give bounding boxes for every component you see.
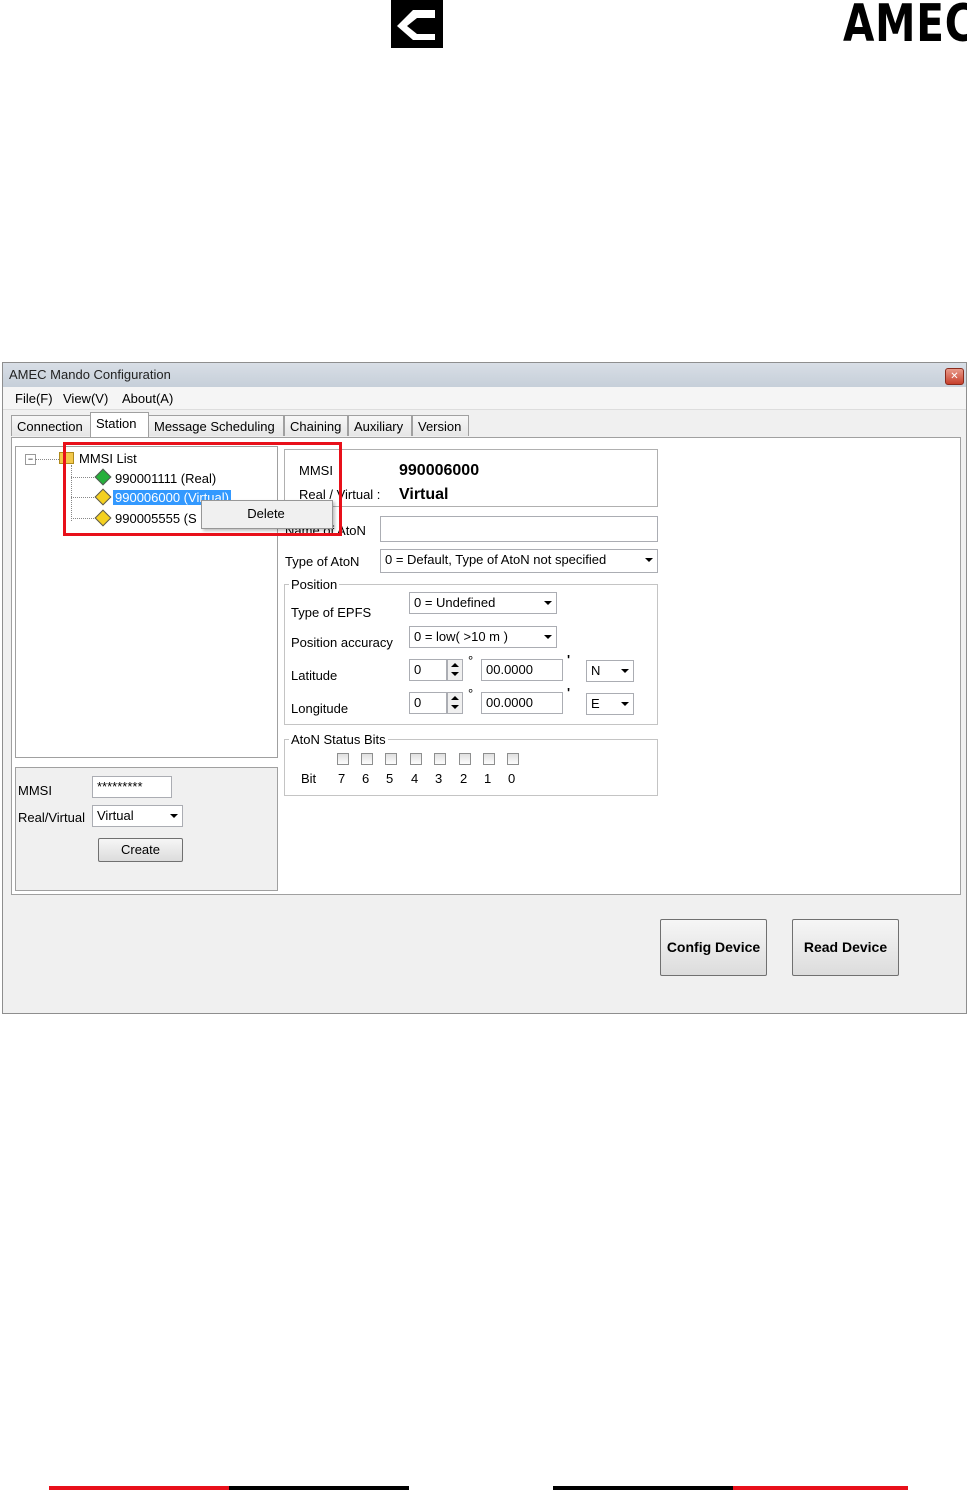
tree-line	[35, 459, 59, 460]
tab-connection[interactable]: Connection	[11, 415, 91, 436]
status-bit-7-checkbox[interactable]	[337, 753, 349, 765]
tab-message-scheduling[interactable]: Message Scheduling	[148, 415, 284, 436]
create-real-virtual-value: Virtual	[97, 808, 134, 823]
amec-logo: AMEC	[391, 0, 967, 54]
tab-auxiliary[interactable]: Auxiliary	[348, 415, 412, 436]
longitude-label: Longitude	[291, 701, 349, 716]
aton-name-input[interactable]	[380, 516, 658, 542]
status-bit-6-checkbox[interactable]	[361, 753, 373, 765]
tab-chaining[interactable]: Chaining	[284, 415, 348, 436]
longitude-degrees-input[interactable]: 0	[409, 692, 447, 714]
degree-symbol: °	[468, 686, 474, 701]
menu-file[interactable]: File(F)	[15, 391, 53, 406]
longitude-hemisphere-value: E	[591, 696, 600, 711]
create-mmsi-input[interactable]: *********	[92, 776, 172, 798]
latitude-hemisphere-value: N	[591, 663, 601, 678]
create-station-group: MMSI ********* Real/Virtual Virtual Crea…	[15, 767, 278, 891]
menu-view[interactable]: View(V)	[63, 391, 108, 406]
highlight-box	[63, 442, 342, 536]
tab-station[interactable]: Station	[90, 412, 149, 437]
status-bit-5-checkbox[interactable]	[385, 753, 397, 765]
window-title: AMEC Mando Configuration	[9, 367, 171, 382]
config-device-button[interactable]: Config Device	[660, 919, 767, 976]
chevron-down-icon	[170, 814, 178, 818]
chevron-down-icon	[544, 601, 552, 605]
real-virtual-value: Virtual	[399, 486, 449, 503]
latitude-degrees-input[interactable]: 0	[409, 659, 447, 681]
logo-mark-icon	[391, 0, 443, 48]
tab-strip: Connection Station Message Scheduling Ch…	[11, 412, 961, 438]
bit-label: Bit	[301, 771, 317, 786]
epfs-label: Type of EPFS	[291, 605, 372, 620]
logo-text: AMEC	[843, 0, 967, 54]
status-bit-number: 5	[386, 771, 394, 786]
footer-rule-black-right	[553, 1486, 733, 1490]
tab-version[interactable]: Version	[412, 415, 469, 436]
menu-bar: File(F) View(V) About(A)	[3, 387, 966, 410]
longitude-spinner[interactable]	[447, 692, 463, 714]
aton-type-select[interactable]: 0 = Default, Type of AtoN not specified	[380, 549, 658, 573]
create-real-virtual-select[interactable]: Virtual	[92, 805, 183, 827]
close-icon[interactable]: ✕	[945, 368, 964, 385]
status-bit-number: 4	[411, 771, 419, 786]
status-bit-number: 3	[435, 771, 443, 786]
aton-status-legend: AtoN Status Bits	[289, 732, 388, 747]
status-bit-1-checkbox[interactable]	[483, 753, 495, 765]
minute-symbol: '	[567, 652, 571, 667]
longitude-hemisphere-select[interactable]: E	[586, 693, 634, 715]
degree-symbol: °	[468, 653, 474, 668]
chevron-down-icon	[621, 702, 629, 706]
chevron-down-icon	[544, 635, 552, 639]
minute-symbol: '	[567, 685, 571, 700]
mmsi-value: 990006000	[399, 462, 480, 479]
latitude-spinner[interactable]	[447, 659, 463, 681]
title-bar: AMEC Mando Configuration ✕	[3, 363, 966, 387]
status-bit-0-checkbox[interactable]	[507, 753, 519, 765]
accuracy-label: Position accuracy	[291, 635, 393, 650]
latitude-minutes-input[interactable]: 00.0000	[481, 659, 563, 681]
aton-type-value: 0 = Default, Type of AtoN not specified	[385, 552, 607, 567]
footer-rule-red-right	[733, 1486, 908, 1490]
menu-about[interactable]: About(A)	[122, 391, 173, 406]
status-bit-number: 0	[508, 771, 516, 786]
chevron-down-icon	[645, 558, 653, 562]
create-button[interactable]: Create	[98, 838, 183, 862]
status-bit-number: 2	[460, 771, 468, 786]
accuracy-select[interactable]: 0 = low( >10 m )	[409, 626, 557, 648]
epfs-select[interactable]: 0 = Undefined	[409, 592, 557, 614]
aton-type-label: Type of AtoN	[285, 554, 360, 569]
footer-rule-red-left	[49, 1486, 229, 1490]
status-bit-3-checkbox[interactable]	[434, 753, 446, 765]
create-mmsi-label: MMSI	[18, 783, 52, 798]
footer-rule-black-left	[229, 1486, 409, 1490]
aton-status-group	[284, 739, 658, 796]
latitude-hemisphere-select[interactable]: N	[586, 660, 634, 682]
chevron-down-icon	[621, 669, 629, 673]
status-bit-number: 6	[362, 771, 370, 786]
status-bit-2-checkbox[interactable]	[459, 753, 471, 765]
longitude-minutes-input[interactable]: 00.0000	[481, 692, 563, 714]
status-bit-number: 7	[338, 771, 346, 786]
epfs-value: 0 = Undefined	[414, 595, 496, 610]
read-device-button[interactable]: Read Device	[792, 919, 899, 976]
latitude-label: Latitude	[291, 668, 338, 683]
status-bit-number: 1	[484, 771, 492, 786]
create-real-virtual-label: Real/Virtual	[18, 810, 85, 825]
accuracy-value: 0 = low( >10 m )	[414, 629, 508, 644]
status-bit-4-checkbox[interactable]	[410, 753, 422, 765]
position-legend: Position	[289, 577, 340, 592]
